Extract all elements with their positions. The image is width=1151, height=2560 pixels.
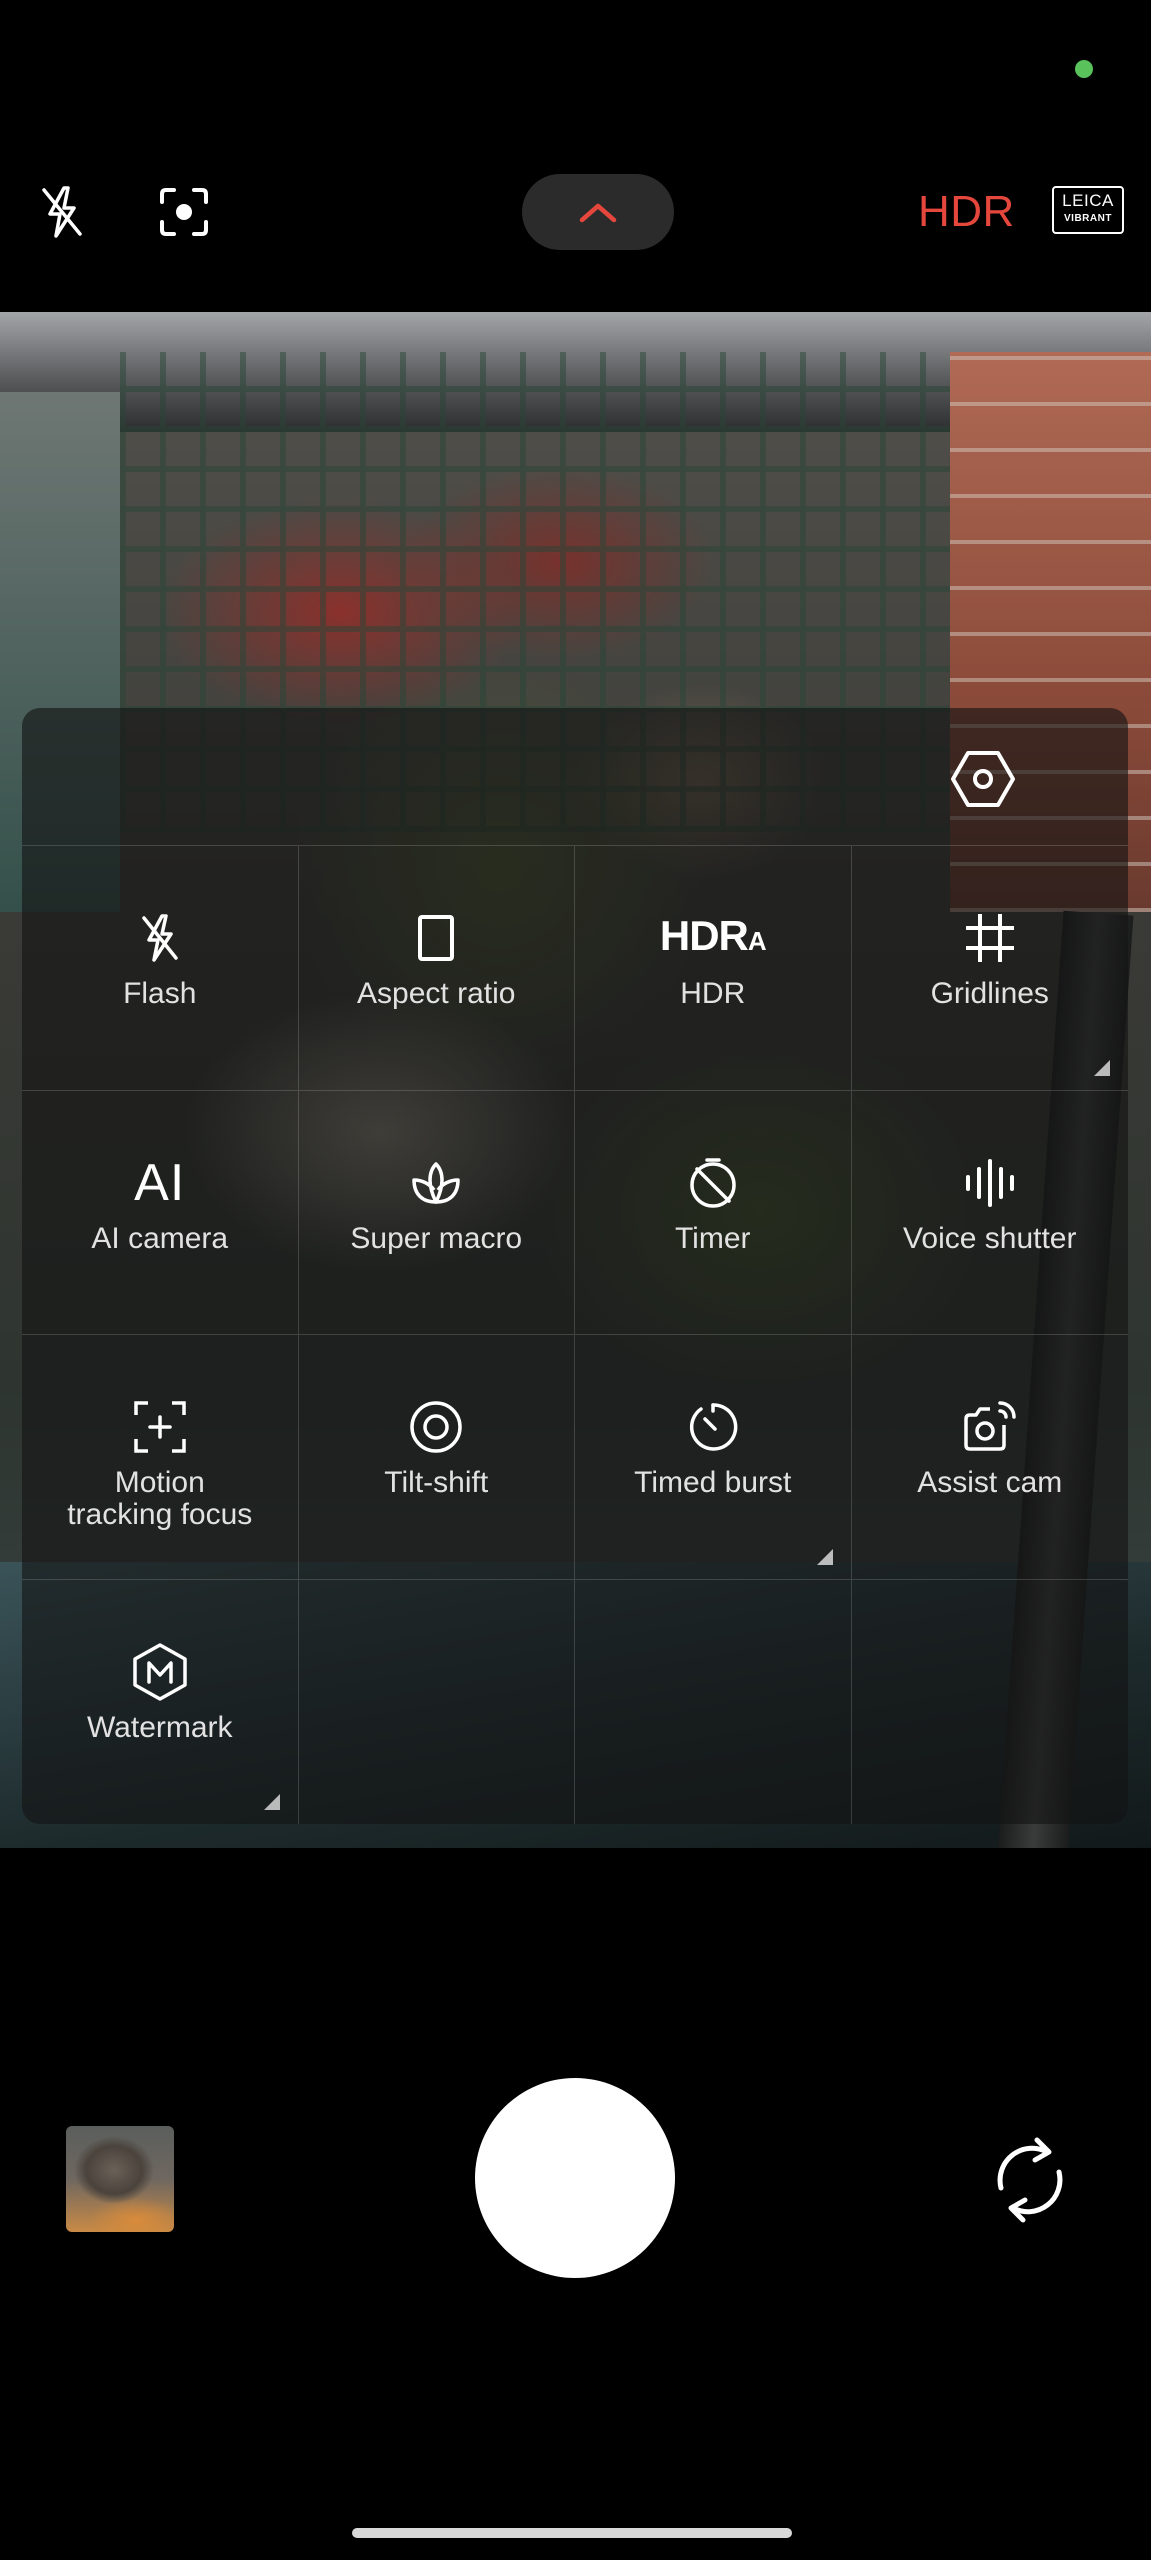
submenu-indicator xyxy=(1094,1059,1110,1076)
tile-timed-burst[interactable]: Timed burst xyxy=(575,1335,852,1580)
tile-hdr[interactable]: HDRA HDR xyxy=(575,846,852,1091)
expand-panel-button[interactable] xyxy=(522,174,674,250)
assist-cam-icon xyxy=(960,1397,1020,1457)
flash-off-icon[interactable] xyxy=(30,180,94,244)
switch-camera-icon xyxy=(997,2137,1063,2223)
tile-label: Aspect ratio xyxy=(357,977,516,1010)
leica-style-button[interactable]: LEICA VIBRANT xyxy=(1052,186,1124,234)
empty-tile xyxy=(852,1580,1129,1825)
tile-label: HDR xyxy=(680,977,746,1010)
tile-label: AI camera xyxy=(91,1221,229,1255)
settings-hexagon-icon xyxy=(951,751,1015,807)
quick-settings-panel: Flash Aspect ratio HDRA HDR Gridlines AI… xyxy=(22,708,1128,1824)
tile-gridlines[interactable]: Gridlines xyxy=(851,846,1128,1091)
tile-super-macro[interactable]: Super macro xyxy=(298,1090,575,1335)
tile-label-line: Motion xyxy=(114,1466,205,1499)
gridlines-icon xyxy=(960,908,1020,968)
tile-timer[interactable]: Timer xyxy=(575,1090,852,1335)
timed-burst-icon xyxy=(683,1397,743,1457)
submenu-indicator xyxy=(263,1794,280,1810)
quick-settings-grid: Flash Aspect ratio HDRA HDR Gridlines AI… xyxy=(22,846,1128,1824)
tile-label: Tilt-shift xyxy=(384,1466,489,1499)
tile-tilt-shift[interactable]: Tilt-shift xyxy=(298,1335,575,1580)
motion-tracking-focus-icon xyxy=(130,1397,190,1457)
ai-camera-icon: AI xyxy=(130,1153,190,1213)
empty-tile xyxy=(299,1579,575,1824)
tile-label: Timed burst xyxy=(634,1466,792,1499)
aspect-ratio-icon xyxy=(406,908,466,968)
super-macro-icon xyxy=(406,1153,466,1213)
panel-header xyxy=(22,708,1128,846)
camera-top-bar: HDR LEICA VIBRANT xyxy=(0,160,1151,260)
tile-label: Motion tracking focus xyxy=(57,1467,262,1531)
tile-label-line: tracking focus xyxy=(67,1498,253,1531)
tile-motion-tracking-focus[interactable]: Motion tracking focus xyxy=(22,1335,299,1580)
chevron-up-icon xyxy=(579,203,617,223)
tile-label: Gridlines xyxy=(930,977,1049,1010)
shutter-button[interactable] xyxy=(475,2078,675,2278)
empty-tile xyxy=(575,1579,852,1824)
tile-label: Assist cam xyxy=(917,1466,1063,1499)
submenu-indicator xyxy=(816,1548,833,1565)
tile-flash[interactable]: Flash xyxy=(22,846,299,1091)
settings-button[interactable] xyxy=(948,744,1018,814)
tile-ai-camera[interactable]: AI AI camera xyxy=(22,1090,299,1335)
tile-aspect-ratio[interactable]: Aspect ratio xyxy=(298,846,575,1091)
leica-brand-label: LEICA xyxy=(1062,191,1114,210)
tile-assist-cam[interactable]: Assist cam xyxy=(851,1335,1128,1580)
tile-label: Voice shutter xyxy=(903,1221,1077,1255)
tile-label: Timer xyxy=(674,1221,751,1255)
privacy-indicator-dot xyxy=(1075,60,1093,78)
tile-label: Super macro xyxy=(350,1221,523,1255)
hdr-icon-text: HDR xyxy=(659,911,749,959)
tile-watermark[interactable]: Watermark xyxy=(22,1579,299,1824)
ai-icon-text: AI xyxy=(134,1153,186,1212)
voice-shutter-icon xyxy=(960,1153,1020,1213)
hdr-toggle[interactable]: HDR xyxy=(918,182,1015,242)
focus-frame-icon[interactable] xyxy=(152,180,216,244)
watermark-icon xyxy=(130,1642,190,1702)
tilt-shift-icon xyxy=(406,1397,466,1457)
hdr-icon-sub: A xyxy=(747,925,767,956)
home-indicator[interactable] xyxy=(352,2528,792,2538)
flash-off-icon xyxy=(130,908,190,968)
tile-label: Watermark xyxy=(86,1710,233,1744)
tile-voice-shutter[interactable]: Voice shutter xyxy=(851,1091,1128,1335)
switch-camera-button[interactable] xyxy=(980,2120,1080,2240)
tile-label: Flash xyxy=(123,977,197,1010)
gallery-thumbnail[interactable] xyxy=(66,2126,174,2232)
leica-style-label: VIBRANT xyxy=(1064,213,1112,224)
hdr-auto-icon: HDRA xyxy=(660,908,767,968)
timer-off-icon xyxy=(683,1153,743,1213)
